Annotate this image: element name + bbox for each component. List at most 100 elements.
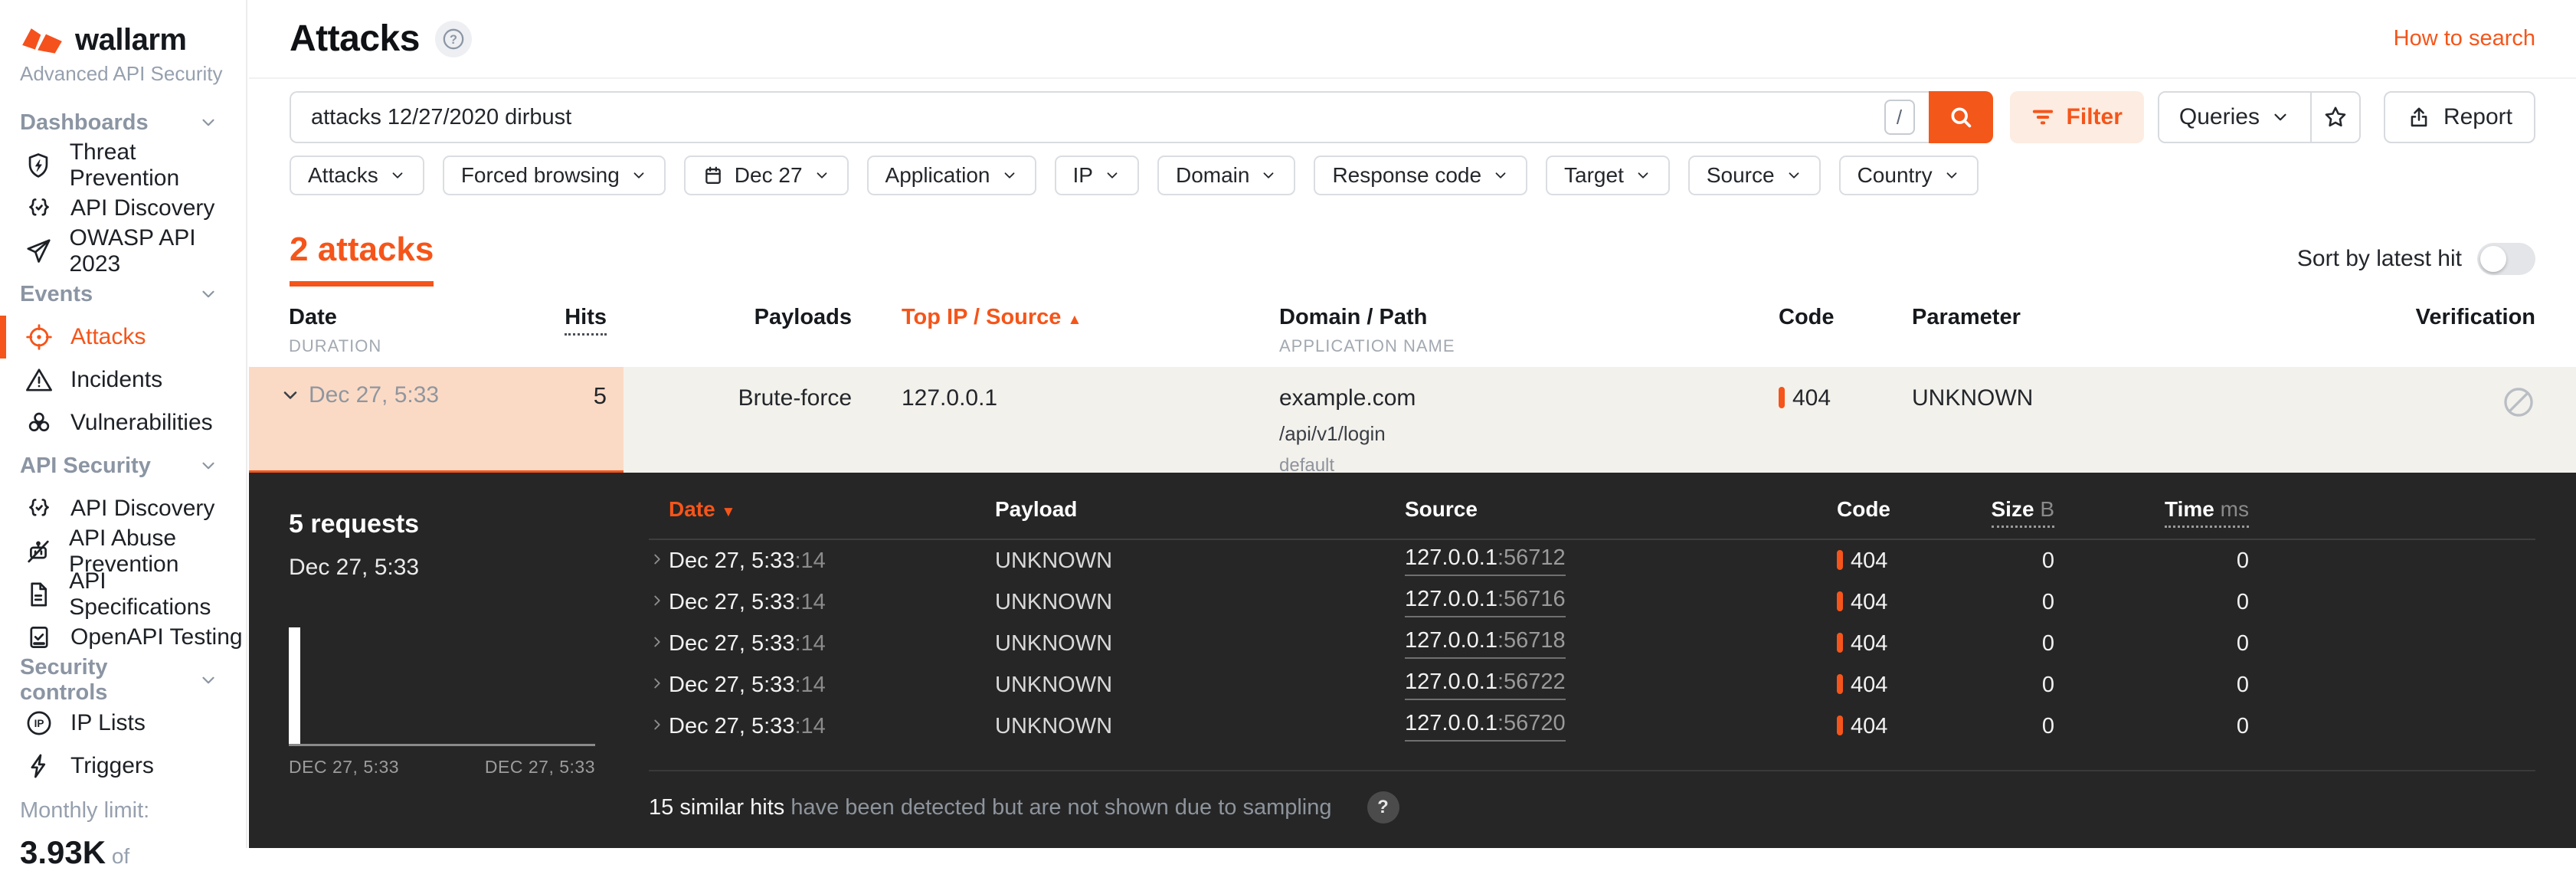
request-source-link[interactable]: 127.0.0.1:56720 — [1405, 711, 1566, 742]
request-source-link[interactable]: 127.0.0.1:56722 — [1405, 670, 1566, 700]
sidebar-item-api-discovery[interactable]: API Discovery — [0, 487, 246, 530]
request-row[interactable]: Dec 27, 5:33:14UNKNOWN127.0.0.1:56720404… — [649, 706, 2535, 747]
sidebar-section-events[interactable]: Events — [0, 273, 246, 316]
chevron-down-icon — [2270, 107, 2290, 127]
col-request-size[interactable]: Size B — [1992, 497, 2055, 528]
main-content: Attacks ? How to search / Filter Queries — [249, 0, 2576, 848]
results-row: 2 attacks Sort by latest hit — [290, 231, 2535, 287]
queries-label: Queries — [2179, 104, 2260, 130]
sidebar-item-incidents[interactable]: Incidents — [0, 359, 246, 401]
sidebar-section-api-security[interactable]: API Security — [0, 444, 246, 487]
chevron-down-icon — [198, 670, 218, 690]
sidebar-item-threat-prevention[interactable]: Threat Prevention — [0, 144, 246, 187]
sidebar-item-api-abuse-prevention[interactable]: API Abuse Prevention — [0, 530, 246, 573]
sidebar-section-security-controls[interactable]: Security controls — [0, 659, 246, 702]
request-row[interactable]: Dec 27, 5:33:14UNKNOWN127.0.0.1:56722404… — [649, 664, 2535, 706]
filter-chip-domain[interactable]: Domain — [1157, 156, 1295, 195]
attack-count-tab[interactable]: 2 attacks — [290, 231, 434, 287]
search-button[interactable] — [1929, 91, 1993, 143]
svg-text:?: ? — [450, 32, 457, 46]
help-icon[interactable]: ? — [435, 21, 472, 57]
favorite-query-button[interactable] — [2310, 93, 2359, 142]
col-hits[interactable]: Hits — [565, 305, 607, 336]
col-request-time[interactable]: Time ms — [2165, 497, 2249, 528]
filter-chip-application[interactable]: Application — [867, 156, 1036, 195]
filter-button[interactable]: Filter — [2010, 91, 2144, 143]
checkbox-doc-icon — [25, 624, 54, 651]
request-source-link[interactable]: 127.0.0.1:56716 — [1405, 587, 1566, 617]
filter-label: Filter — [2067, 104, 2123, 130]
sidebar-item-triggers[interactable]: Triggers — [0, 745, 246, 788]
chevron-right-icon — [649, 592, 666, 609]
sidebar-item-label: Incidents — [70, 367, 162, 393]
attack-hits: 5 — [594, 382, 607, 410]
request-source-link[interactable]: 127.0.0.1:56718 — [1405, 628, 1566, 659]
sidebar-item-openapi-testing[interactable]: OpenAPI Testing — [0, 616, 246, 659]
sidebar-section-dashboards[interactable]: Dashboards — [0, 101, 246, 144]
how-to-search-link[interactable]: How to search — [2394, 26, 2535, 51]
col-request-date[interactable]: Date ▼ — [669, 497, 995, 522]
sampling-note-text: have been detected but are not shown due… — [784, 795, 1331, 820]
sidebar-item-ip-lists[interactable]: IPIP Lists — [0, 702, 246, 745]
chevron-down-icon — [389, 167, 406, 184]
wallarm-logo-icon — [20, 25, 64, 56]
requests-count: 5 requests — [289, 509, 649, 539]
filter-chip-ip[interactable]: IP — [1055, 156, 1139, 195]
wallarm-logo[interactable]: wallarm Advanced API Security — [0, 0, 246, 101]
queries-button[interactable]: Queries — [2159, 93, 2310, 142]
sidebar-item-vulnerabilities[interactable]: Vulnerabilities — [0, 401, 246, 444]
filter-chip-forced-browsing[interactable]: Forced browsing — [443, 156, 666, 195]
brand-subtitle: Advanced API Security — [20, 62, 246, 86]
chevron-down-icon — [1104, 167, 1121, 184]
section-label: API Security — [20, 454, 151, 479]
chevron-down-icon — [1492, 167, 1509, 184]
sidebar-item-api-specifications[interactable]: API Specifications — [0, 573, 246, 616]
filter-chip-source[interactable]: Source — [1688, 156, 1821, 195]
request-time: 0 — [2054, 590, 2249, 615]
sidebar-item-label: API Specifications — [69, 568, 246, 621]
chevron-down-icon — [280, 385, 301, 406]
sidebar-item-owasp-api-2023[interactable]: OWASP API 2023 — [0, 230, 246, 273]
filter-chip-response-code[interactable]: Response code — [1314, 156, 1527, 195]
request-code: 404 — [1837, 548, 1943, 574]
request-row[interactable]: Dec 27, 5:33:14UNKNOWN127.0.0.1:56716404… — [649, 581, 2535, 623]
chip-label: Attacks — [308, 163, 378, 188]
col-top-ip-source[interactable]: Top IP / Source ▲ — [902, 305, 1082, 329]
sidebar-item-label: Threat Prevention — [70, 139, 246, 192]
filter-chip-attacks[interactable]: Attacks — [290, 156, 424, 195]
request-payload: UNKNOWN — [995, 714, 1405, 739]
col-payloads: Payloads — [754, 305, 852, 329]
attacks-table-header: Date DURATION Hits Payloads Top IP / Sou… — [249, 305, 2576, 356]
chip-label: IP — [1073, 163, 1093, 188]
request-source-link[interactable]: 127.0.0.1:56712 — [1405, 545, 1566, 576]
sidebar-item-label: IP Lists — [70, 710, 146, 736]
similar-hits-count: 15 similar hits — [649, 795, 784, 820]
filter-chip-target[interactable]: Target — [1546, 156, 1670, 195]
robot-blocked-icon — [25, 538, 52, 565]
search-input[interactable] — [311, 105, 1884, 130]
sort-toggle[interactable] — [2477, 243, 2535, 275]
sidebar-item-api-discovery[interactable]: API Discovery — [0, 187, 246, 230]
request-size: 0 — [1943, 548, 2054, 574]
sidebar-nav: DashboardsThreat PreventionAPI Discovery… — [0, 101, 246, 788]
report-button[interactable]: Report — [2384, 91, 2535, 143]
request-size: 0 — [1943, 631, 2054, 657]
section-label: Events — [20, 282, 93, 307]
attack-row-date-cell[interactable]: Dec 27, 5:33 5 — [249, 367, 624, 476]
filter-chip-dec-27[interactable]: Dec 27 — [684, 156, 849, 195]
request-payload: UNKNOWN — [995, 631, 1405, 657]
attack-domain: example.com — [1279, 385, 1779, 411]
request-row[interactable]: Dec 27, 5:33:14UNKNOWN127.0.0.1:56718404… — [649, 623, 2535, 664]
question-badge[interactable]: ? — [1367, 791, 1399, 824]
filter-chip-country[interactable]: Country — [1839, 156, 1979, 195]
request-payload: UNKNOWN — [995, 673, 1405, 698]
request-date: Dec 27, 5:33:14 — [669, 631, 995, 657]
col-code: Code — [1779, 305, 1835, 329]
request-row[interactable]: Dec 27, 5:33:14UNKNOWN127.0.0.1:56712404… — [649, 540, 2535, 581]
request-date: Dec 27, 5:33:14 — [669, 714, 995, 739]
code-status-pill — [1837, 550, 1843, 570]
col-parameter: Parameter — [1912, 305, 2021, 329]
col-request-payload: Payload — [995, 497, 1405, 522]
attack-row[interactable]: Dec 27, 5:33 5 Brute-force 127.0.0.1 exa… — [249, 367, 2576, 473]
sidebar-item-attacks[interactable]: Attacks — [0, 316, 246, 359]
